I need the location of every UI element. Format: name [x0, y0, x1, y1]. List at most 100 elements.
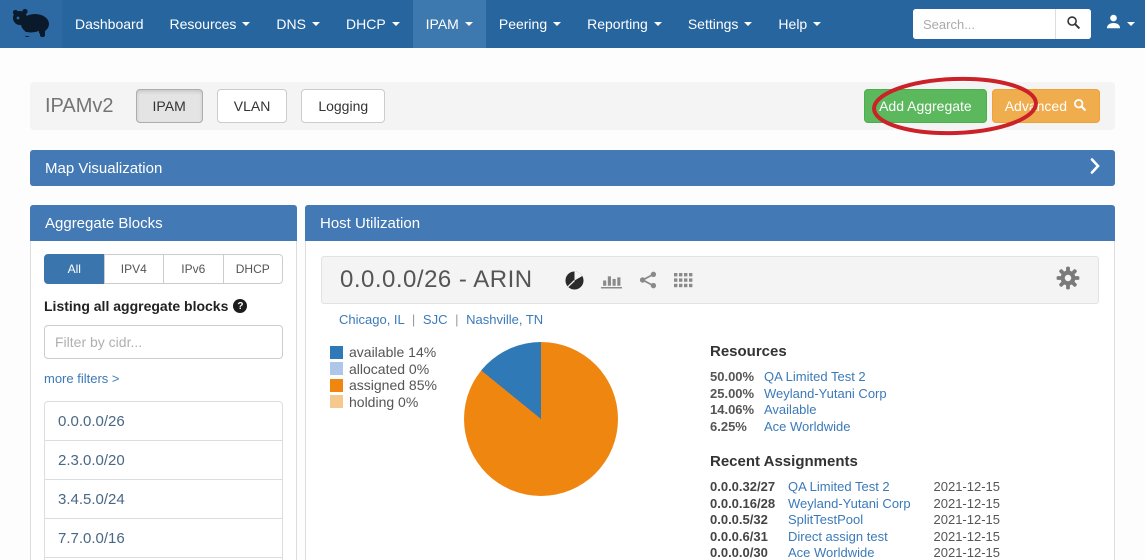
assignment-cidr: 0.0.0.32/27 — [710, 479, 788, 496]
aggregate-blocks-panel: Aggregate Blocks All IPV4 IPv6 DHCP List… — [30, 205, 297, 560]
nav-label: Reporting — [587, 0, 648, 48]
tab-vlan[interactable]: VLAN — [217, 89, 288, 123]
host-utilization-title: Host Utilization — [320, 215, 420, 232]
more-filters-link[interactable]: more filters > — [44, 371, 120, 386]
tab-logging[interactable]: Logging — [301, 89, 385, 123]
app-logo[interactable] — [0, 0, 62, 48]
nav-label: IPAM — [426, 0, 459, 48]
resource-link[interactable]: Weyland-Yutani Corp — [764, 386, 887, 403]
assignment-date: 2021-12-15 — [930, 479, 1000, 496]
resource-link[interactable]: QA Limited Test 2 — [764, 369, 866, 386]
resource-link[interactable]: Available — [764, 402, 817, 419]
nav-item-settings[interactable]: Settings — [675, 0, 766, 48]
tab-ipv4[interactable]: IPV4 — [104, 254, 165, 284]
share-icon[interactable] — [639, 271, 657, 289]
nav-item-reporting[interactable]: Reporting — [574, 0, 675, 48]
panda-logo-icon — [9, 5, 53, 44]
location-link[interactable]: Chicago, IL — [339, 312, 404, 327]
list-item[interactable]: 0.0.0.0/26 — [44, 401, 283, 441]
tab-dhcp[interactable]: DHCP — [223, 254, 284, 284]
resource-link[interactable]: Ace Worldwide — [764, 419, 850, 436]
caret-icon — [654, 22, 662, 26]
table-row: 0.0.0.16/28 Weyland-Yutani Corp 2021-12-… — [710, 496, 1000, 513]
aggregate-filter-tabs: All IPV4 IPv6 DHCP — [44, 254, 283, 284]
tab-all[interactable]: All — [44, 254, 105, 284]
nav-label: DHCP — [346, 0, 386, 48]
host-utilization-panel: Host Utilization 0.0.0.0/26 - ARIN — [305, 205, 1115, 560]
legend-label: holding 0% — [349, 394, 418, 411]
resource-row: 50.00% QA Limited Test 2 — [710, 369, 1000, 386]
resource-row: 25.00% Weyland-Yutani Corp — [710, 386, 1000, 403]
advanced-label: Advanced — [1005, 98, 1067, 114]
separator: | — [408, 312, 419, 327]
legend-swatch — [330, 346, 343, 359]
page-title: IPAMv2 — [45, 95, 114, 118]
tab-ipam[interactable]: IPAM — [136, 89, 203, 123]
nav-label: Help — [778, 0, 807, 48]
add-aggregate-button[interactable]: Add Aggregate — [864, 89, 987, 123]
search-icon — [1066, 15, 1081, 33]
assignment-link[interactable]: Direct assign test — [788, 529, 930, 546]
breadcrumb-locations: Chicago, IL | SJC | Nashville, TN — [321, 312, 1099, 327]
top-navbar: Dashboard Resources DNS DHCP IPAM Peerin… — [0, 0, 1145, 48]
block-subheader: 0.0.0.0/26 - ARIN — [321, 256, 1099, 304]
nav-label: Peering — [499, 0, 547, 48]
nav-item-dhcp[interactable]: DHCP — [333, 0, 413, 48]
gear-icon[interactable] — [1056, 266, 1080, 295]
assignment-link[interactable]: QA Limited Test 2 — [788, 479, 930, 496]
assignment-link[interactable]: SplitTestPool — [788, 512, 930, 529]
pie-chart-icon[interactable] — [565, 271, 584, 290]
legend-label: allocated 0% — [349, 361, 429, 378]
caret-icon — [392, 22, 400, 26]
caret-icon — [813, 22, 821, 26]
assignment-date: 2021-12-15 — [930, 496, 1000, 513]
nav-item-dns[interactable]: DNS — [263, 0, 333, 48]
nav-item-help[interactable]: Help — [765, 0, 834, 48]
caret-icon — [312, 22, 320, 26]
location-link[interactable]: Nashville, TN — [466, 312, 543, 327]
location-link[interactable]: SJC — [423, 312, 448, 327]
map-visualization-bar[interactable]: Map Visualization — [30, 150, 1115, 186]
aggregate-blocks-header: Aggregate Blocks — [30, 205, 297, 241]
user-menu[interactable] — [1105, 13, 1135, 35]
assignment-link[interactable]: Weyland-Yutani Corp — [788, 496, 930, 513]
tab-ipv6[interactable]: IPv6 — [163, 254, 224, 284]
search-button[interactable] — [1055, 9, 1091, 39]
recent-assignments-heading: Recent Assignments — [710, 453, 1000, 470]
list-item[interactable]: 3.4.5.0/24 — [44, 479, 283, 519]
nav-item-ipam[interactable]: IPAM — [413, 0, 486, 48]
resource-pct: 14.06% — [710, 402, 764, 419]
search-icon — [1073, 98, 1087, 115]
list-item[interactable]: 2.3.0.0/20 — [44, 440, 283, 480]
user-icon — [1105, 13, 1122, 35]
aggregate-block-list: 0.0.0.0/26 2.3.0.0/20 3.4.5.0/24 7.7.0.0… — [44, 401, 283, 560]
list-item[interactable]: 7.7.0.0/16 — [44, 518, 283, 558]
grid-icon[interactable] — [674, 273, 693, 288]
legend-swatch — [330, 362, 343, 375]
nav-item-peering[interactable]: Peering — [486, 0, 574, 48]
bar-chart-icon[interactable] — [601, 272, 622, 289]
assignment-cidr: 0.0.0.16/28 — [710, 496, 788, 513]
assignment-link[interactable]: Ace Worldwide — [788, 545, 930, 560]
legend-swatch — [330, 395, 343, 408]
search-input[interactable] — [913, 9, 1055, 39]
nav-item-resources[interactable]: Resources — [157, 0, 264, 48]
chart-legend: available 14% allocated 0% assigned 85% — [330, 344, 437, 410]
nav-label: DNS — [276, 0, 306, 48]
caret-icon — [242, 22, 250, 26]
question-help-icon[interactable]: ? — [233, 299, 247, 313]
advanced-button[interactable]: Advanced — [992, 89, 1100, 123]
table-row: 0.0.0.0/30 Ace Worldwide 2021-12-15 — [710, 545, 1000, 560]
legend-item: assigned 85% — [330, 377, 437, 394]
cidr-filter-input[interactable] — [44, 325, 283, 359]
utilization-chart: available 14% allocated 0% assigned 85% — [321, 327, 1099, 560]
assignment-date: 2021-12-15 — [930, 529, 1000, 546]
resource-row: 14.06% Available — [710, 402, 1000, 419]
assignment-date: 2021-12-15 — [930, 512, 1000, 529]
assignment-date: 2021-12-15 — [930, 545, 1000, 560]
nav-item-dashboard[interactable]: Dashboard — [62, 0, 157, 48]
host-utilization-header: Host Utilization — [305, 205, 1115, 241]
assignment-cidr: 0.0.0.0/30 — [710, 545, 788, 560]
legend-item: allocated 0% — [330, 361, 437, 378]
block-title: 0.0.0.0/26 - ARIN — [340, 266, 533, 294]
